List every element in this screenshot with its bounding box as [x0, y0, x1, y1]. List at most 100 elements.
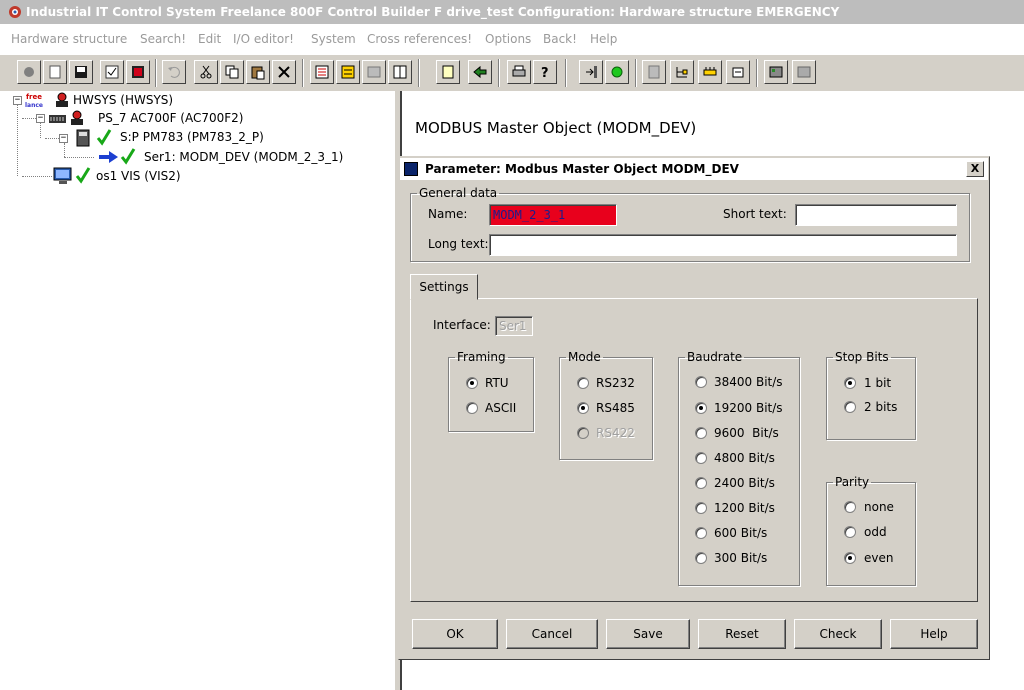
toolbar-cut-icon[interactable]	[194, 60, 218, 84]
tree-item-ser1-modm-dev[interactable]: Ser1: MODM_DEV (MODM_2_3_1)	[144, 149, 343, 165]
toolbar-table-icon[interactable]	[336, 60, 360, 84]
name-label: Name:	[428, 207, 468, 221]
dialog-title-bar: Parameter: Modbus Master Object MODM_DEV	[400, 158, 988, 180]
baud-600-label: 600 Bit/s	[714, 526, 768, 540]
toolbar-paste-icon[interactable]	[246, 60, 270, 84]
svg-text:free: free	[26, 93, 42, 101]
toolbar-undo-icon[interactable]	[162, 60, 186, 84]
window-title: Industrial IT Control System Freelance 8…	[26, 5, 840, 19]
menu-help[interactable]: Help	[590, 26, 617, 52]
toolbar-module-icon[interactable]	[726, 60, 750, 84]
tree-item-os1-vis[interactable]: os1 VIS (VIS2)	[96, 168, 181, 184]
baud-2400-radio[interactable]	[695, 477, 707, 489]
baud-600-radio[interactable]	[695, 527, 707, 539]
baud-300-radio[interactable]	[695, 552, 707, 564]
long-text-field[interactable]	[489, 234, 957, 256]
framing-ascii-radio[interactable]	[466, 402, 478, 414]
reset-button[interactable]: Reset	[698, 619, 786, 649]
tab-settings[interactable]: Settings	[410, 274, 478, 300]
mode-rs232-radio[interactable]	[577, 377, 589, 389]
menu-io-editor[interactable]: I/O editor!	[233, 26, 294, 52]
status-ok-check-icon	[96, 129, 112, 146]
operator-station-monitor-icon	[53, 167, 72, 184]
tree-item-sp-pm783[interactable]: S:P PM783 (PM783_2_P)	[120, 129, 264, 145]
toolbar-save-icon[interactable]	[69, 60, 93, 84]
save-button[interactable]: Save	[606, 619, 690, 649]
menu-edit[interactable]: Edit	[198, 26, 221, 52]
toolbar-note-icon[interactable]	[436, 60, 460, 84]
baud-2400-label: 2400 Bit/s	[714, 476, 775, 490]
baud-19200-label: 19200 Bit/s	[714, 401, 783, 415]
short-text-field[interactable]	[795, 204, 957, 226]
baud-1200-radio[interactable]	[695, 502, 707, 514]
baud-9600-radio[interactable]	[695, 427, 707, 439]
status-ok-check-icon	[75, 167, 91, 184]
toolbar-stop-icon[interactable]	[126, 60, 150, 84]
parity-none-radio[interactable]	[844, 501, 856, 513]
toolbar-grid-icon[interactable]	[362, 60, 386, 84]
toolbar-bus-icon[interactable]	[698, 60, 722, 84]
toolbar-network-icon[interactable]	[764, 60, 788, 84]
toolbar-export-icon[interactable]	[792, 60, 816, 84]
ok-button[interactable]: OK	[412, 619, 498, 649]
dialog-title: Parameter: Modbus Master Object MODM_DEV	[425, 162, 739, 176]
menu-options[interactable]: Options	[485, 26, 531, 52]
help-button[interactable]: Help	[890, 619, 978, 649]
framing-ascii-label: ASCII	[485, 401, 517, 415]
toolbar-load-icon[interactable]	[579, 60, 603, 84]
menu-system[interactable]: System	[311, 26, 356, 52]
toolbar: ?	[0, 54, 1024, 92]
framing-rtu-radio[interactable]	[466, 377, 478, 389]
toolbar-back-arrow-icon[interactable]	[468, 60, 492, 84]
toolbar-pointer-icon[interactable]	[17, 60, 41, 84]
dialog-close-button[interactable]: X	[966, 161, 984, 177]
baud-9600-label: 9600 Bit/s	[714, 426, 779, 440]
tree-collapse-hwsys[interactable]: −	[13, 96, 22, 105]
menu-search[interactable]: Search!	[140, 26, 186, 52]
framing-group: Framing	[448, 350, 534, 432]
baud-4800-radio[interactable]	[695, 452, 707, 464]
toolbar-help-icon[interactable]: ?	[533, 60, 557, 84]
tree-item-hwsys[interactable]: HWSYS (HWSYS)	[73, 92, 173, 108]
tree-collapse-sp[interactable]: −	[59, 134, 68, 143]
toolbar-status-green-icon[interactable]	[605, 60, 629, 84]
tree-collapse-ps7[interactable]: −	[36, 114, 45, 123]
check-button[interactable]: Check	[794, 619, 882, 649]
svg-text:lance: lance	[25, 102, 43, 109]
general-data-legend: General data	[419, 186, 498, 200]
toolbar-hw-icon[interactable]	[642, 60, 666, 84]
parity-none-label: none	[864, 500, 894, 514]
menu-hardware-structure[interactable]: Hardware structure	[11, 26, 127, 52]
mode-rs422-radio	[577, 427, 589, 439]
framing-legend: Framing	[457, 350, 506, 364]
parity-even-label: even	[864, 551, 894, 565]
dialog-window-icon	[404, 162, 418, 176]
stop-2bits-radio[interactable]	[844, 401, 856, 413]
tree-item-ps7[interactable]: PS_7 AC700F (AC700F2)	[98, 110, 243, 126]
mode-rs422-label: RS422	[596, 426, 635, 440]
menu-cross-references[interactable]: Cross references!	[367, 26, 472, 52]
toolbar-tree-icon[interactable]	[670, 60, 694, 84]
window-title-bar: Industrial IT Control System Freelance 8…	[0, 0, 1024, 24]
toolbar-copy-icon[interactable]	[220, 60, 244, 84]
toolbar-print-icon[interactable]	[507, 60, 531, 84]
baud-38400-radio[interactable]	[695, 376, 707, 388]
mode-rs485-radio[interactable]	[577, 402, 589, 414]
toolbar-new-icon[interactable]	[43, 60, 67, 84]
parity-odd-radio[interactable]	[844, 526, 856, 538]
stop-1bit-radio[interactable]	[844, 377, 856, 389]
svg-text:?: ?	[541, 66, 549, 80]
baud-19200-radio[interactable]	[695, 402, 707, 414]
detail-pane-title: MODBUS Master Object (MODM_DEV)	[415, 119, 697, 137]
toolbar-check-icon[interactable]	[100, 60, 124, 84]
parity-even-radio[interactable]	[844, 552, 856, 564]
toolbar-list-icon[interactable]	[310, 60, 334, 84]
interface-field: Ser1	[495, 316, 533, 336]
cancel-button[interactable]: Cancel	[506, 619, 598, 649]
toolbar-delete-icon[interactable]	[272, 60, 296, 84]
name-field[interactable]: MODM_2_3_1	[489, 204, 617, 226]
selected-arrow-icon	[99, 151, 118, 163]
toolbar-document-icon[interactable]	[388, 60, 412, 84]
menu-back[interactable]: Back!	[543, 26, 577, 52]
parity-odd-label: odd	[864, 525, 887, 539]
